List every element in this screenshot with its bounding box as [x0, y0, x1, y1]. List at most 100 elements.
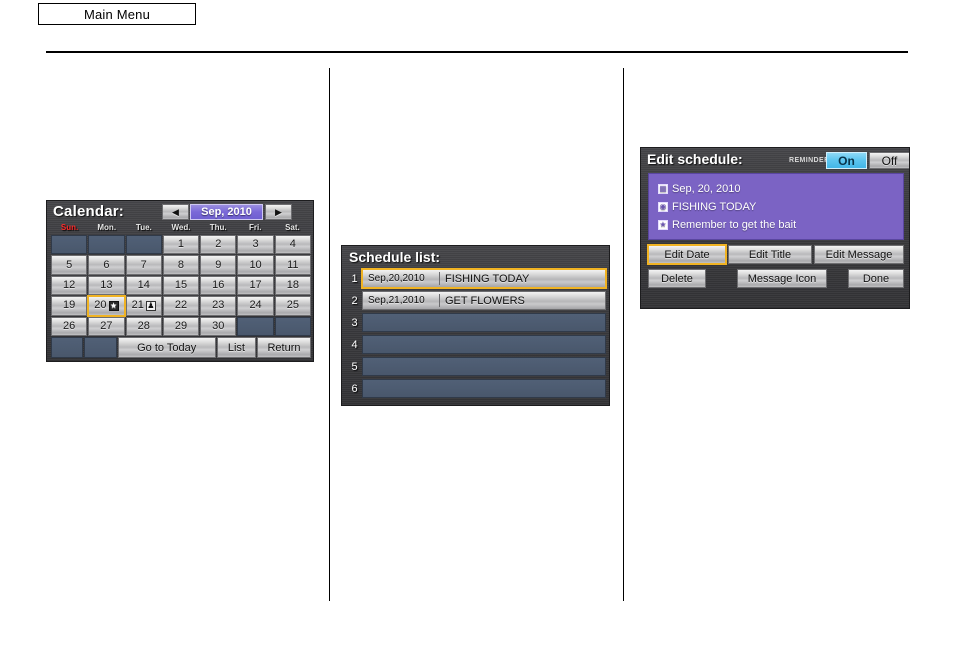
- schedule-row-index: 1: [351, 272, 358, 285]
- calendar-weekday-sat: Sat.: [285, 223, 300, 232]
- calendar-day-number: 1: [177, 238, 185, 251]
- calendar-empty-cell: [51, 235, 88, 255]
- calendar-day-cell[interactable]: 28: [125, 316, 162, 336]
- calendar-day-number: 13: [100, 278, 113, 291]
- calendar-day-cell[interactable]: 26: [51, 316, 88, 336]
- schedule-list-rows: 1 Sep,20,2010 FISHING TODAY 2 Sep,21,2010 GET…: [347, 268, 607, 402]
- schedule-row-field[interactable]: [362, 313, 606, 332]
- calendar-day-number: 3: [252, 238, 259, 251]
- calendar-day-number: 30: [212, 319, 225, 332]
- calendar-day-cell[interactable]: 3: [237, 235, 274, 255]
- calendar-empty-cell: [125, 235, 162, 255]
- reminder-on-button[interactable]: On: [826, 152, 867, 169]
- calendar-day-cell[interactable]: 29: [162, 316, 200, 336]
- schedule-list-item[interactable]: 3: [347, 312, 606, 333]
- edit-date-button[interactable]: Edit Date: [647, 244, 727, 265]
- calendar-day-cell[interactable]: 12: [51, 275, 88, 296]
- schedule-message-line: ★ Remember to get the bait: [658, 216, 903, 234]
- calendar-title: Calendar:: [53, 203, 124, 220]
- go-to-today-label: Go to Today: [137, 341, 197, 354]
- delete-button[interactable]: Delete: [648, 269, 706, 288]
- calendar-day-number: 25: [286, 299, 299, 312]
- message-icon-label: Message Icon: [747, 272, 817, 285]
- schedule-row-date: Sep,21,2010: [368, 295, 425, 306]
- calendar-day-number: 27: [100, 319, 113, 332]
- message-icon-button[interactable]: Message Icon: [737, 269, 827, 288]
- go-to-today-button[interactable]: Go to Today: [117, 337, 216, 358]
- calendar-day-cell[interactable]: 23: [200, 296, 237, 316]
- right-triangle-icon: ▶: [275, 206, 282, 217]
- calendar-day-number: 17: [249, 278, 262, 291]
- calendar-list-button[interactable]: List: [216, 337, 257, 358]
- calendar-weekday-fri: Fri.: [249, 223, 262, 232]
- calendar-icon: ▦: [658, 184, 668, 194]
- calendar-month-display[interactable]: Sep, 2010: [190, 204, 263, 220]
- calendar-day-number: 26: [63, 319, 76, 332]
- calendar-day-cell[interactable]: 24: [237, 296, 274, 316]
- calendar-day-cell[interactable]: 18: [274, 275, 311, 296]
- main-menu-label: Main Menu: [83, 6, 151, 22]
- schedule-row-field[interactable]: [362, 335, 606, 354]
- calendar-day-cell[interactable]: 7: [125, 255, 162, 275]
- calendar-bottom-filler-2: [84, 337, 117, 358]
- calendar-day-cell[interactable]: 13: [88, 275, 125, 296]
- calendar-day-number: 14: [137, 278, 150, 291]
- calendar-day-cell[interactable]: 25: [274, 296, 311, 316]
- calendar-day-cell[interactable]: 2: [200, 235, 237, 255]
- schedule-row-field[interactable]: Sep,20,2010 FISHING TODAY: [361, 268, 607, 289]
- schedule-row-field[interactable]: [362, 357, 606, 376]
- edit-schedule-content-panel: ▦ Sep, 20, 2010 ◉ FISHING TODAY ★ Rememb…: [648, 173, 904, 240]
- calendar-day-cell[interactable]: 11: [274, 255, 311, 275]
- calendar-day-number: 5: [66, 258, 73, 271]
- calendar-day-cell[interactable]: 9: [200, 255, 237, 275]
- calendar-day-cell[interactable]: 10: [237, 255, 274, 275]
- calendar-empty-cell: [274, 316, 311, 336]
- reminder-on-label: On: [838, 153, 855, 168]
- reminder-off-button[interactable]: Off: [869, 152, 909, 169]
- calendar-day-cell[interactable]: 16: [200, 275, 237, 296]
- star-icon: ★: [658, 220, 668, 230]
- schedule-list-item[interactable]: 6: [347, 378, 606, 399]
- calendar-day-cell[interactable]: 1: [162, 235, 200, 255]
- calendar-list-label: List: [227, 341, 245, 354]
- calendar-day-cell[interactable]: 5: [51, 255, 88, 275]
- calendar-day-cell[interactable]: 19: [51, 296, 88, 316]
- calendar-weekday-mon: Mon.: [97, 223, 117, 232]
- calendar-day-cell[interactable]: 6: [88, 255, 125, 275]
- calendar-day-cell[interactable]: 14: [125, 275, 162, 296]
- schedule-date-line: ▦ Sep, 20, 2010: [658, 180, 903, 198]
- calendar-day-grid: 1 2 3 4 5 6 7 8 9 10 11 12 13 14 15 16 17 18 19 20 ★ 21 ♟ 22 23 2…: [51, 235, 311, 336]
- calendar-titlebar: Calendar: ◀ Sep, 2010 ▶: [47, 201, 313, 223]
- schedule-row-index: 3: [351, 316, 358, 329]
- schedule-row-field[interactable]: Sep,21,2010 GET FLOWERS: [362, 291, 606, 310]
- calendar-day-cell[interactable]: 15: [162, 275, 200, 296]
- calendar-day-cell[interactable]: 17: [237, 275, 274, 296]
- done-button[interactable]: Done: [848, 269, 904, 288]
- calendar-prev-month-button[interactable]: ◀: [162, 204, 189, 220]
- calendar-return-button[interactable]: Return: [257, 337, 311, 358]
- star-icon: ★: [108, 300, 119, 311]
- calendar-day-number: 8: [177, 258, 185, 271]
- schedule-list-item[interactable]: 2 Sep,21,2010 GET FLOWERS: [347, 290, 606, 311]
- person-icon: ♟: [145, 300, 156, 311]
- edit-schedule-action-buttons: Delete Message Icon Done: [648, 269, 904, 288]
- calendar-day-cell[interactable]: 22: [162, 296, 200, 316]
- calendar-day-cell[interactable]: 20 ★: [87, 295, 126, 317]
- schedule-list-item[interactable]: 5: [347, 356, 606, 377]
- column-divider-right: [623, 68, 624, 601]
- calendar-day-cell[interactable]: 8: [162, 255, 200, 275]
- edit-schedule-screen: Edit schedule: REMINDER On Off ▦ Sep, 20…: [640, 147, 910, 309]
- calendar-day-number: 15: [174, 278, 188, 291]
- calendar-next-month-button[interactable]: ▶: [265, 204, 292, 220]
- schedule-list-item[interactable]: 4: [347, 334, 606, 355]
- edit-message-button[interactable]: Edit Message: [814, 245, 904, 264]
- schedule-list-item[interactable]: 1 Sep,20,2010 FISHING TODAY: [347, 268, 607, 289]
- main-menu-tab[interactable]: Main Menu: [38, 3, 196, 25]
- calendar-day-cell[interactable]: 27: [88, 316, 125, 336]
- calendar-day-cell[interactable]: 21 ♟: [125, 296, 162, 316]
- calendar-day-cell[interactable]: 30: [200, 316, 237, 336]
- reminder-label: REMINDER: [789, 157, 830, 164]
- calendar-day-cell[interactable]: 4: [274, 235, 311, 255]
- edit-title-button[interactable]: Edit Title: [728, 245, 812, 264]
- schedule-row-field[interactable]: [362, 379, 606, 398]
